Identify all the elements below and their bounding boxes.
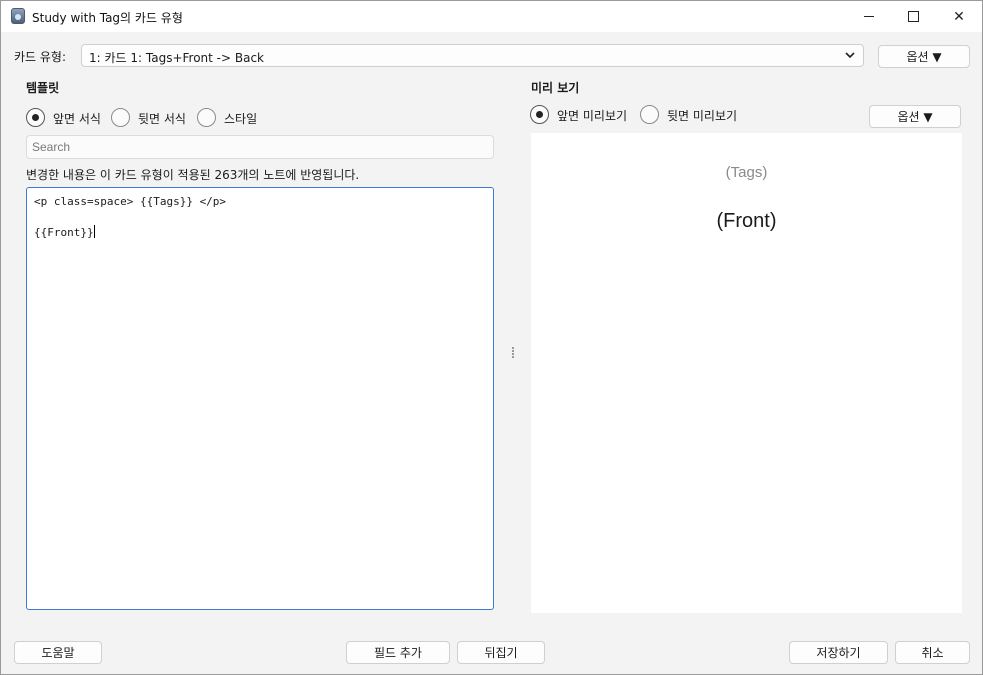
card-type-window: Study with Tag의 카드 유형 ✕ 카드 유형: 1: 카드 1: … [0,0,983,675]
title-bar: Study with Tag의 카드 유형 ✕ [1,1,982,32]
preview-heading: 미리 보기 [531,81,580,95]
chevron-down-icon [845,52,855,59]
preview-front-text: (Front) [716,210,777,232]
front-template-radio[interactable] [26,108,45,127]
text-caret [93,225,95,238]
card-type-selected-value: 1: 카드 1: Tags+Front -> Back [89,51,264,65]
back-preview-label[interactable]: 뒷면 미리보기 [667,107,737,124]
template-info-text: 변경한 내용은 이 카드 유형이 적용된 263개의 노트에 반영됩니다. [26,168,360,182]
template-editor[interactable]: <p class=space> {{Tags}} </p> {{Front}} [26,187,494,610]
help-button[interactable]: 도움말 [14,641,102,664]
add-field-button[interactable]: 필드 추가 [346,641,450,664]
back-preview-radio[interactable] [640,105,659,124]
save-button[interactable]: 저장하기 [789,641,888,664]
card-type-select[interactable]: 1: 카드 1: Tags+Front -> Back [81,44,864,67]
window-title: Study with Tag의 카드 유형 [32,11,183,25]
close-button[interactable]: ✕ [936,1,982,32]
template-heading: 템플릿 [26,81,60,95]
styling-label[interactable]: 스타일 [224,110,257,127]
front-preview-label[interactable]: 앞면 미리보기 [557,107,627,124]
back-template-label[interactable]: 뒷면 서식 [138,110,186,127]
code-line: <p class=space> {{Tags}} </p> [34,195,227,208]
flip-button[interactable]: 뒤집기 [457,641,545,664]
front-template-label[interactable]: 앞면 서식 [53,110,101,127]
card-type-label: 카드 유형: [14,50,67,64]
back-template-radio[interactable] [111,108,130,127]
card-preview: (Tags) (Front) [531,133,962,613]
search-input[interactable] [26,135,494,159]
maximize-button[interactable] [890,1,936,32]
styling-radio[interactable] [197,108,216,127]
card-type-options-button[interactable]: 옵션 ▼ [878,45,970,68]
code-line: {{Front}} [34,226,94,239]
app-icon [11,8,25,24]
cancel-button[interactable]: 취소 [895,641,970,664]
preview-tags-text: (Tags) [725,164,768,181]
minimize-button[interactable] [846,1,892,32]
front-preview-radio[interactable] [530,105,549,124]
preview-options-button[interactable]: 옵션 ▼ [869,105,961,128]
code-line-with-caret: {{Front}} [34,225,95,239]
splitter-handle[interactable] [512,347,516,359]
